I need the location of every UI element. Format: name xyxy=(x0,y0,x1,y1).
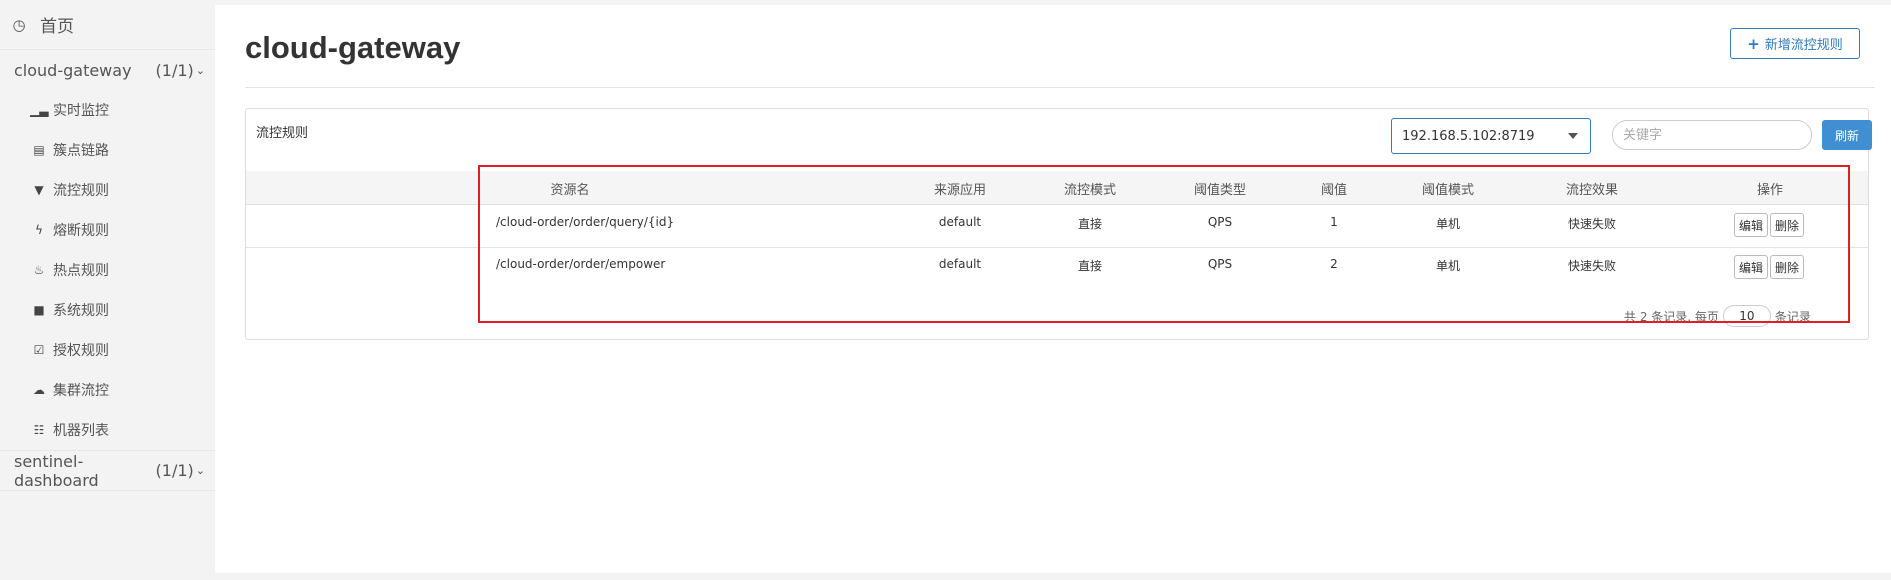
sidebar-item-degrade-rules[interactable]: ϟ 熔断规则 xyxy=(0,210,215,250)
sidebar-item-system-rules[interactable]: ■ 系统规则 xyxy=(0,290,215,330)
column-header: 流控效果 xyxy=(1565,183,1619,198)
bar-chart-icon: ▁▃ xyxy=(30,103,49,117)
sidebar-item-realtime-monitor[interactable]: ▁▃ 实时监控 xyxy=(0,90,215,130)
lock-icon: ■ xyxy=(33,303,45,317)
column-header: 操作 xyxy=(1756,183,1784,198)
cell-grade: QPS xyxy=(1207,215,1233,229)
app-name: sentinel-dashboard xyxy=(14,451,99,490)
machine-select-value: 192.168.5.102:8719 xyxy=(1402,128,1535,144)
cloud-icon: ☁ xyxy=(33,383,45,397)
delete-button[interactable]: 删除 xyxy=(1770,255,1805,279)
chevron-down-icon: ⌄ xyxy=(195,63,205,77)
cell-effect: 快速失败 xyxy=(1567,217,1617,231)
page-title: cloud-gateway xyxy=(245,30,461,65)
cell-limit-app: default xyxy=(938,257,982,271)
sidebar-item-label: 集群流控 xyxy=(53,383,109,399)
cell-effect: 快速失败 xyxy=(1567,259,1617,273)
fire-icon: ♨ xyxy=(33,263,45,277)
sidebar-item-label: 热点规则 xyxy=(53,263,109,279)
page-size-input[interactable]: 10 xyxy=(1722,305,1771,327)
column-header: 阈值类型 xyxy=(1193,183,1247,198)
sidebar-item-label: 熔断规则 xyxy=(53,223,109,239)
table-header: 资源名 来源应用 流控模式 阈值类型 阈值 阈值模式 流控效果 操作 xyxy=(246,171,1868,205)
cell-cluster-mode: 单机 xyxy=(1435,217,1461,231)
filter-icon: ▼ xyxy=(34,183,44,197)
plus-icon: + xyxy=(1747,34,1760,53)
column-header: 阈值 xyxy=(1320,183,1348,198)
sidebar-item-label: 实时监控 xyxy=(53,103,109,119)
add-flow-rule-label: 新增流控规则 xyxy=(1764,38,1843,53)
sidebar-item-authority-rules[interactable]: ☑ 授权规则 xyxy=(0,330,215,370)
cell-resource: /cloud-order/order/query/{id} xyxy=(496,215,675,229)
cell-count: 1 xyxy=(1330,215,1338,229)
check-icon: ☑ xyxy=(33,343,45,357)
flow-rules-panel: 流控规则 192.168.5.102:8719 刷新 资源名 来源应用 流控模式… xyxy=(245,108,1872,340)
column-header: 资源名 xyxy=(550,183,590,198)
app-count: (1/1) xyxy=(155,461,194,480)
sidebar-app-sentinel-dashboard[interactable]: sentinel-dashboard (1/1) ⌄ xyxy=(0,451,215,491)
panel-title: 流控规则 xyxy=(256,126,309,141)
sidebar-item-label: 授权规则 xyxy=(53,343,109,359)
app-count: (1/1) xyxy=(155,60,194,80)
sidebar-item-label: 流控规则 xyxy=(53,183,109,199)
caret-down-icon xyxy=(1568,133,1578,139)
app-submenu: ▁▃ 实时监控 ▤ 簇点链路 ▼ 流控规则 ϟ 熔断规则 ♨ 热点规则 ■ 系统… xyxy=(0,90,215,451)
cell-cluster-mode: 单机 xyxy=(1435,259,1461,273)
cell-mode: 直接 xyxy=(1077,217,1103,231)
cell-mode: 直接 xyxy=(1077,259,1103,273)
chevron-down-icon: ⌄ xyxy=(195,464,205,477)
bolt-icon: ϟ xyxy=(35,223,43,237)
cell-count: 2 xyxy=(1330,257,1338,271)
sidebar-item-label: 系统规则 xyxy=(53,303,109,319)
cell-resource: /cloud-order/order/empower xyxy=(496,257,666,271)
sidebar-item-label: 机器列表 xyxy=(53,423,109,439)
edit-button[interactable]: 编辑 xyxy=(1734,255,1769,279)
column-header: 来源应用 xyxy=(933,183,987,198)
app-name: cloud-gateway xyxy=(14,60,132,80)
sidebar-item-machine-list[interactable]: ☷ 机器列表 xyxy=(0,410,215,450)
column-header: 流控模式 xyxy=(1063,183,1117,198)
nav-home-label: 首页 xyxy=(40,17,74,37)
sidebar-item-flow-rules[interactable]: ▼ 流控规则 xyxy=(0,170,215,210)
column-header: 阈值模式 xyxy=(1421,183,1475,198)
th-list-icon: ☷ xyxy=(33,423,45,437)
list-icon: ▤ xyxy=(33,143,45,157)
sidebar-item-cluster-flow[interactable]: ☁ 集群流控 xyxy=(0,370,215,410)
pagination: 共 2 条记录, 每页 10 条记录 xyxy=(1624,305,1811,327)
pager-suffix: 条记录 xyxy=(1774,309,1811,324)
pager-prefix: 共 2 条记录, 每页 xyxy=(1624,309,1719,324)
header-divider xyxy=(245,87,1875,88)
delete-button[interactable]: 删除 xyxy=(1770,213,1805,237)
row-divider xyxy=(246,247,1868,248)
edit-button[interactable]: 编辑 xyxy=(1734,213,1769,237)
add-flow-rule-button[interactable]: + 新增流控规则 xyxy=(1730,28,1860,59)
sidebar: ◷ 首页 cloud-gateway (1/1) ⌄ ▁▃ 实时监控 ▤ 簇点链… xyxy=(0,0,215,580)
search-input[interactable] xyxy=(1612,120,1812,150)
refresh-button[interactable]: 刷新 xyxy=(1822,120,1872,150)
sidebar-item-label: 簇点链路 xyxy=(53,143,109,159)
sidebar-item-hotspot-rules[interactable]: ♨ 热点规则 xyxy=(0,250,215,290)
clock-icon: ◷ xyxy=(12,15,26,34)
nav-home[interactable]: ◷ 首页 xyxy=(0,0,215,50)
main-content: cloud-gateway + 新增流控规则 流控规则 192.168.5.10… xyxy=(215,5,1891,573)
sidebar-app-cloud-gateway[interactable]: cloud-gateway (1/1) ⌄ xyxy=(0,50,215,90)
cell-limit-app: default xyxy=(938,215,982,229)
sidebar-item-cluster-link[interactable]: ▤ 簇点链路 xyxy=(0,130,215,170)
cell-grade: QPS xyxy=(1207,257,1233,271)
machine-select[interactable]: 192.168.5.102:8719 xyxy=(1391,118,1591,154)
